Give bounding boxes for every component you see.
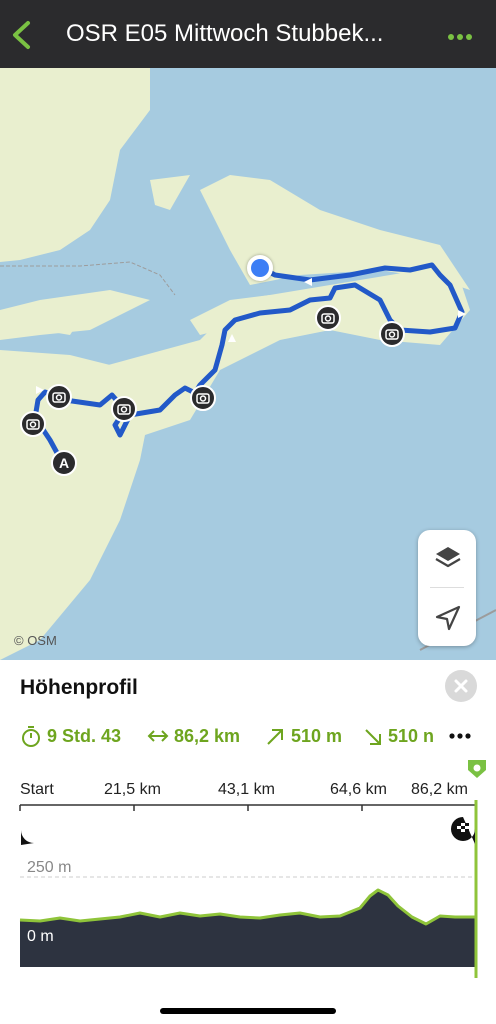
current-location-dot [247,255,273,281]
locate-arrow-icon[interactable] [434,604,462,632]
camera-marker[interactable] [20,411,46,437]
app-header: OSR E05 Mittwoch Stubbek... [0,0,496,68]
duration-value: 9 Std. 43 [47,726,122,746]
close-icon [454,679,468,693]
stopwatch-icon [22,726,40,747]
axis-tick-label: 86,2 km [411,781,468,798]
position-handle[interactable] [466,758,488,780]
start-marker[interactable]: A [51,450,77,476]
distance-value: 86,2 km [174,726,241,746]
elevation-chart[interactable] [0,800,496,990]
axis-tick-label: Start [20,781,54,798]
y-label-min: 0 m [27,928,54,945]
panel-title: Höhenprofil [20,676,138,699]
horizontal-arrows-icon [147,730,169,742]
back-button[interactable] [8,18,38,52]
ascent-value: 510 m [291,726,343,746]
arrow-up-right-icon [267,729,283,745]
arrow-down-right-icon [365,729,381,745]
control-divider [430,587,464,588]
page-title: OSR E05 Mittwoch Stubbek... [66,20,384,47]
more-horizontal-icon[interactable] [448,726,474,746]
camera-marker[interactable] [111,396,137,422]
descent-value: 510 n [388,726,435,746]
y-label-max: 250 m [27,859,72,876]
axis-tick-label: 21,5 km [104,781,161,798]
map-controls [418,530,476,646]
camera-marker[interactable] [379,321,405,347]
finish-flag-icon [451,817,475,844]
camera-marker[interactable] [46,384,72,410]
camera-marker[interactable] [315,305,341,331]
axis-tick-label: 43,1 km [218,781,275,798]
axis-tick-label: 64,6 km [330,781,387,798]
more-horizontal-icon [448,34,472,40]
layers-icon[interactable] [434,544,462,572]
chevron-left-icon [13,21,30,49]
close-button[interactable] [445,670,477,702]
map-attribution[interactable]: © OSM [14,633,57,648]
home-indicator [160,1008,336,1014]
play-icon [21,817,47,845]
menu-button[interactable] [446,24,474,48]
camera-marker[interactable] [190,385,216,411]
